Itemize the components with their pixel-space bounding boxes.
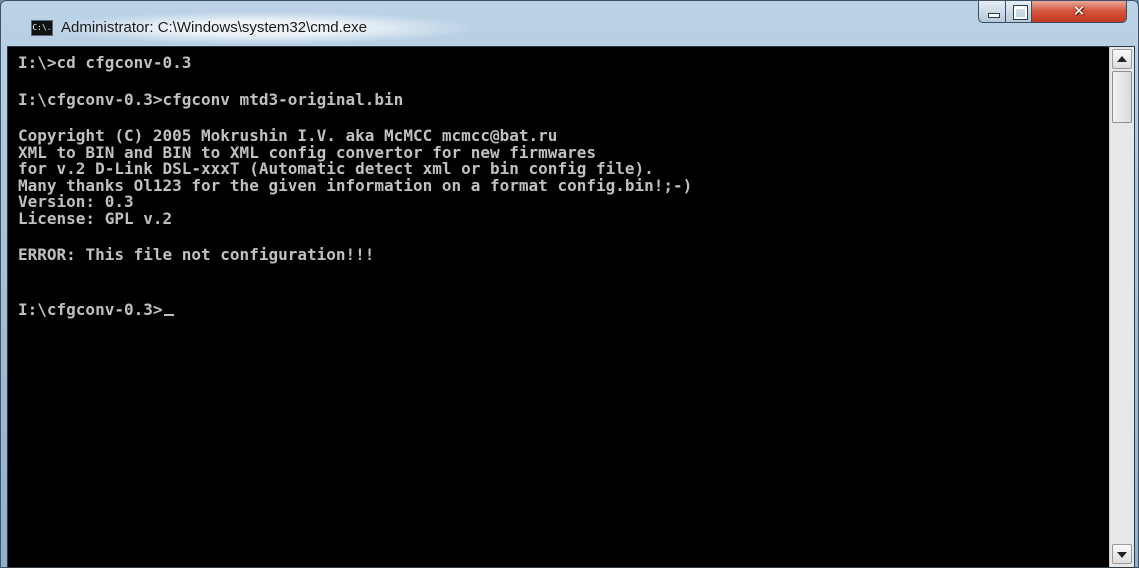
console-line: Version: 0.3 (18, 192, 134, 211)
cmd-app-icon[interactable]: C:\. (31, 20, 53, 36)
vertical-scrollbar[interactable] (1109, 47, 1134, 567)
cmd-window: C:\. Administrator: C:\Windows\system32\… (0, 0, 1139, 568)
scroll-down-button[interactable] (1112, 544, 1132, 564)
text-cursor (163, 313, 174, 316)
scroll-up-arrow-icon (1117, 56, 1127, 62)
prompt-line: I:\cfgconv-0.3> (18, 299, 1106, 319)
minimize-button[interactable] (978, 1, 1006, 23)
minimize-icon (979, 1, 1005, 22)
console-line: I:\cfgconv-0.3>cfgconv mtd3-original.bin (18, 89, 404, 109)
close-button[interactable]: ✕ (1031, 1, 1127, 23)
scrollbar-thumb[interactable] (1112, 71, 1132, 123)
console-line: ERROR: This file not configuration!!! (18, 245, 375, 264)
console-line: I:\>cd cfgconv-0.3 (18, 53, 192, 72)
title-bar[interactable]: C:\. Administrator: C:\Windows\system32\… (1, 1, 1138, 45)
console-area[interactable]: I:\>cd cfgconv-0.3 I:\cfgconv-0.3>cfgcon… (7, 46, 1135, 568)
maximize-icon (1006, 1, 1031, 22)
caption-buttons: ✕ (978, 1, 1128, 23)
window-title: Administrator: C:\Windows\system32\cmd.e… (61, 19, 367, 36)
prompt-text: I:\cfgconv-0.3> (18, 299, 163, 319)
scroll-down-arrow-icon (1117, 552, 1127, 558)
close-icon: ✕ (1072, 2, 1086, 20)
console-line: License: GPL v.2 (18, 208, 173, 228)
console-line: Many thanks Ol123 for the given informat… (18, 175, 693, 195)
console-output[interactable]: I:\>cd cfgconv-0.3 I:\cfgconv-0.3>cfgcon… (18, 49, 1106, 565)
maximize-button[interactable] (1005, 1, 1032, 23)
scroll-up-button[interactable] (1112, 49, 1132, 69)
